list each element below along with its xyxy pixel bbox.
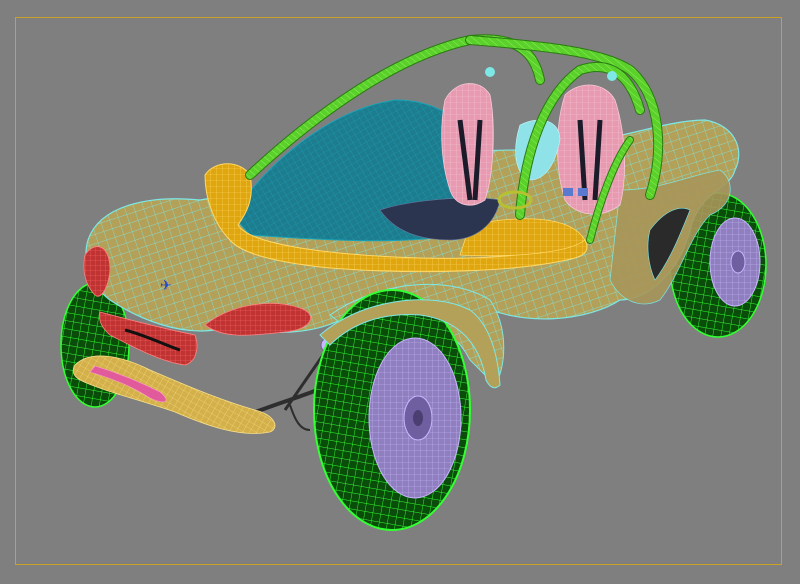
3d-viewport[interactable]: ✈ [0,0,800,584]
brand-badge-icon: ✈ [160,278,172,294]
wireframe-buggy-model[interactable]: ✈ [0,0,800,584]
